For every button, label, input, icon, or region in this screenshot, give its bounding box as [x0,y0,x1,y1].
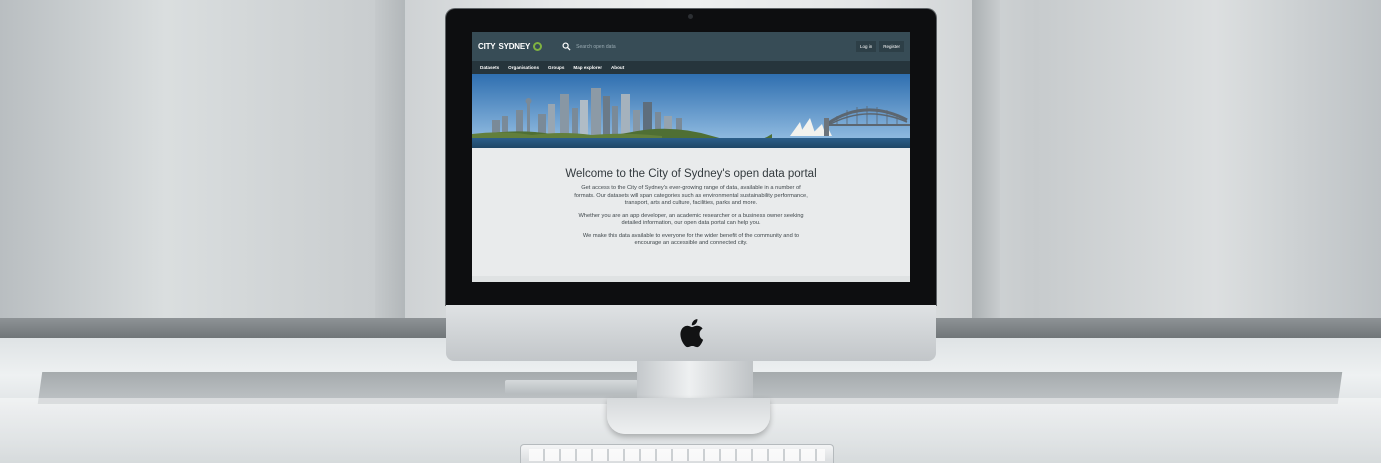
camera-icon [688,14,693,19]
apple-logo-icon [680,319,704,348]
city-of-sydney-logo-mark [533,42,543,51]
nav-datasets[interactable]: Datasets [480,65,499,70]
logo-text-city: CITY [478,42,496,51]
search-input[interactable] [576,43,677,50]
wall-pillar-left [375,0,405,330]
imac-stand-neck [637,361,753,401]
page-title: Welcome to the City of Sydney's open dat… [565,168,817,180]
search-icon[interactable] [562,42,571,51]
wall-pillar-right [972,0,1000,330]
content-footer-strip [472,276,910,282]
nav-map-explorer[interactable]: Map explorer [573,65,602,70]
logo-text-sydney: SYDNEY [498,42,531,51]
nav-about[interactable]: About [611,65,624,70]
audience-paragraph: Whether you are an app developer, an aca… [578,212,804,227]
mission-paragraph: We make this data available to everyone … [582,232,800,247]
nav-groups[interactable]: Groups [548,65,564,70]
welcome-section: Welcome to the City of Sydney's open dat… [472,148,910,248]
imac-chin [446,305,936,361]
site-header: CITY SYDNEY Log in Register [472,32,910,61]
imac-stand-foot [607,398,770,434]
register-button[interactable]: Register [879,41,904,52]
keyboard-keys [529,449,825,461]
nav-organisations[interactable]: Organisations [508,65,539,70]
keyboard [520,444,834,463]
trackpad [505,380,638,394]
office-scene: CITY SYDNEY Log in Register Datasets Org… [0,0,1381,463]
site-nav: Datasets Organisations Groups Map explor… [472,61,910,74]
site-logo[interactable]: CITY SYDNEY [478,42,543,51]
imac-screen: CITY SYDNEY Log in Register Datasets Org… [472,32,910,282]
search-bar[interactable] [562,42,853,51]
login-button[interactable]: Log in [855,41,877,52]
hero-skyline-image [472,74,910,148]
intro-paragraph: Get access to the City of Sydney's ever-… [574,185,808,206]
